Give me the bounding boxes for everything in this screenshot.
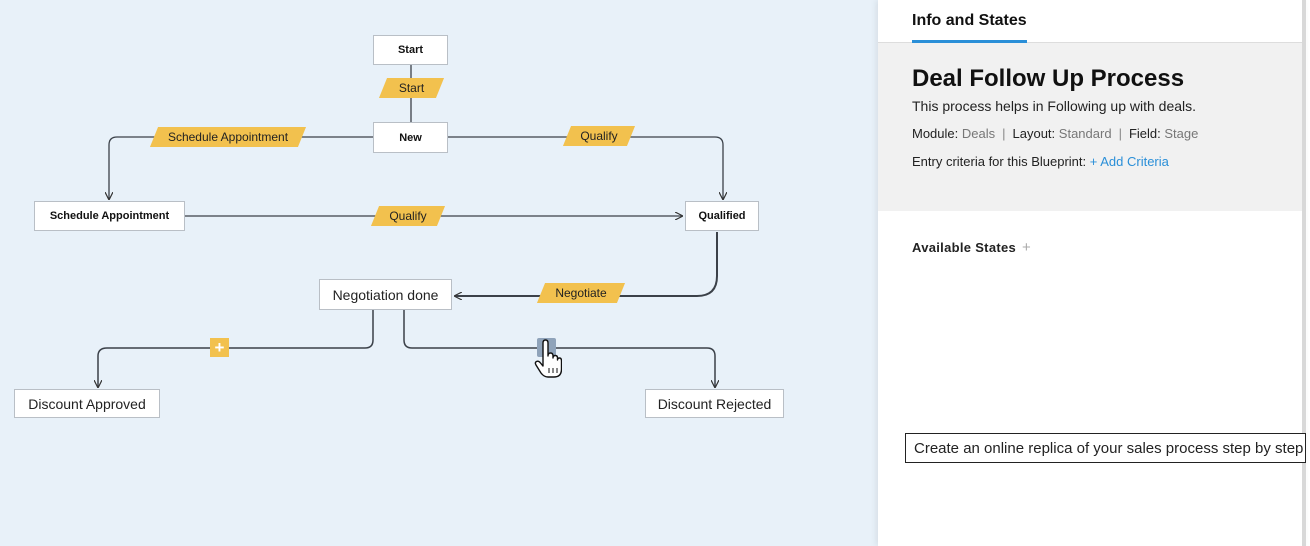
connector-new-qualified — [448, 136, 723, 199]
transition-label: Start — [398, 81, 425, 95]
field-value: Stage — [1164, 126, 1199, 141]
transition-qualify-mid[interactable]: Qualify — [375, 206, 441, 226]
state-label: Qualified — [698, 210, 746, 222]
blueprint-canvas[interactable]: Start New Schedule Appointment Qualified… — [0, 0, 878, 546]
meta-separator: | — [1002, 126, 1006, 141]
state-node-negotiation-done[interactable]: Negotiation done — [319, 279, 452, 310]
plus-icon: + — [214, 338, 225, 357]
transition-label: Qualify — [580, 129, 618, 143]
add-transition-button[interactable]: + — [210, 338, 229, 357]
available-states-header: Available States + — [912, 239, 1031, 256]
state-node-qualified[interactable]: Qualified — [685, 201, 759, 231]
transition-label: Negotiate — [555, 286, 607, 300]
available-states-label: Available States — [912, 240, 1017, 255]
connector-negotiation-approved — [98, 310, 374, 387]
field-label: Field: — [1128, 126, 1161, 141]
hand-pointer-icon — [534, 339, 562, 378]
caption-overlay: Create an online replica of your sales p… — [905, 433, 1306, 463]
layout-label: Layout: — [1012, 126, 1056, 141]
state-label: Discount Rejected — [657, 395, 772, 412]
transition-negotiate[interactable]: Negotiate — [541, 283, 621, 303]
entry-criteria-label: Entry criteria for this Blueprint: — [912, 154, 1087, 169]
transition-label: Schedule Appointment — [167, 130, 289, 144]
tab-info-and-states[interactable]: Info and States — [912, 12, 1027, 43]
state-node-discount-approved[interactable]: Discount Approved — [14, 389, 160, 418]
entry-criteria: Entry criteria for this Blueprint: + Add… — [912, 154, 1169, 169]
state-node-discount-rejected[interactable]: Discount Rejected — [645, 389, 784, 418]
state-label: Negotiation done — [332, 286, 439, 303]
panel-tabbar: Info and States — [878, 0, 1306, 43]
info-panel: Info and States Deal Follow Up Process T… — [878, 0, 1306, 546]
state-label: Start — [397, 44, 424, 56]
panel-scrollbar[interactable] — [1302, 0, 1306, 546]
state-node-new[interactable]: New — [373, 122, 448, 153]
transition-start[interactable]: Start — [383, 78, 440, 98]
module-value: Deals — [961, 126, 996, 141]
state-label: Discount Approved — [28, 395, 146, 412]
add-state-icon[interactable]: + — [1022, 239, 1031, 256]
process-description: This process helps in Following up with … — [912, 98, 1197, 114]
state-label: Schedule Appointment — [49, 210, 170, 222]
add-criteria-link[interactable]: + Add Criteria — [1090, 154, 1169, 169]
state-label: New — [399, 131, 422, 144]
transition-schedule-appointment[interactable]: Schedule Appointment — [154, 127, 302, 147]
meta-separator: | — [1118, 126, 1122, 141]
transition-label: Qualify — [389, 209, 427, 223]
process-meta: Module: Deals | Layout: Standard | Field: St… — [912, 126, 1198, 141]
state-node-start[interactable]: Start — [373, 35, 448, 65]
transition-qualify-top[interactable]: Qualify — [567, 126, 631, 146]
module-label: Module: — [912, 126, 959, 141]
process-info-box: Deal Follow Up Process This process help… — [878, 43, 1306, 211]
process-title: Deal Follow Up Process — [912, 65, 1185, 92]
layout-value: Standard — [1058, 126, 1112, 141]
state-node-schedule-appointment[interactable]: Schedule Appointment — [34, 201, 185, 231]
